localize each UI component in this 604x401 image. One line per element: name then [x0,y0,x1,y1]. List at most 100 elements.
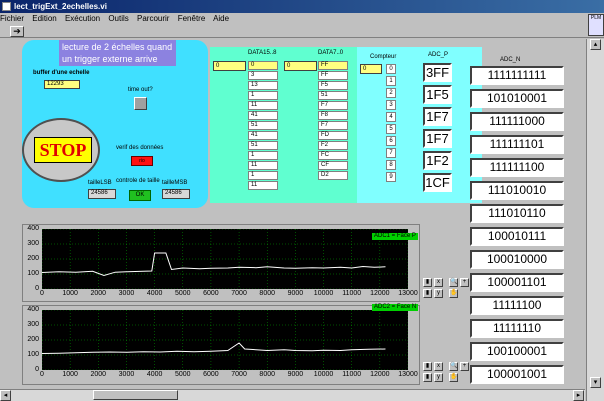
chart2-plot [42,310,408,370]
adcn-element: 11111100 [470,296,564,315]
x-tick-label: 9000 [287,290,304,297]
scroll-down-icon[interactable]: ▾ [590,377,601,388]
adcn-array: 1111111111 101010001 111111000 111111101 111… [470,66,564,388]
x-tick-label: 4000 [146,371,163,378]
taille-lsb-value: 24586 [88,189,116,199]
scroll-up-icon[interactable]: ▴ [590,39,601,50]
chart1-plot [42,229,408,289]
format-x-icon[interactable]: x [434,278,443,287]
data7-index[interactable]: 0 [284,61,317,71]
data7-element: FF [318,61,348,70]
adcn-element: 111111100 [470,158,564,177]
data7-element: F8 [318,111,348,120]
data15-element: 0 [248,61,278,70]
headline-label: lecture de 2 échelles quand un trigger e… [59,40,176,66]
crosshair-icon[interactable]: + [460,278,469,287]
x-tick-label: 10000 [313,290,334,297]
scale-x-icon[interactable]: ▮ [423,362,432,371]
menu-fenetre[interactable]: Fenêtre [178,14,206,23]
hand-icon[interactable]: ✋ [449,373,458,382]
series-line [42,252,386,277]
scroll-left-icon[interactable]: ◂ [0,390,11,401]
data15-element: 13 [248,81,278,90]
data15-element: 11 [248,181,278,190]
adcn-element: 100010111 [470,227,564,246]
stop-button[interactable]: STOP [34,137,92,163]
scale-x-icon[interactable]: ▮ [423,278,432,287]
buffer-input[interactable]: 12293 [44,80,80,89]
timeout-indicator [134,97,147,110]
adcp-element: 1CF [423,173,452,192]
compteur-element: 2 [386,88,396,98]
chart1-legend: ADC1 = Face P [372,233,418,240]
x-tick-label: 6000 [203,371,219,378]
x-tick-label: 11000 [342,371,362,378]
x-tick-label: 2000 [90,371,107,378]
data7-element: F5 [318,81,348,90]
adcn-element: 111111000 [470,112,564,131]
run-arrow-icon[interactable]: ➔ [10,26,24,37]
x-tick-label: 5000 [174,371,191,378]
x-tick-label: 13000 [398,371,418,378]
data7-element: FF [318,71,348,80]
compteur-label: Compteur [370,54,397,60]
vi-icon [2,2,11,11]
ok-led: OK [129,190,151,201]
zoom-icon[interactable]: 🔍 [449,362,458,371]
y-tick-label: 400 [27,225,39,232]
x-tick-label: 0 [40,290,44,297]
y-tick-label: 400 [27,306,39,313]
x-tick-label: 9000 [287,371,304,378]
data15-element: 1 [248,171,278,180]
crosshair-icon[interactable]: + [460,362,469,371]
adcn-element: 100001001 [470,365,564,384]
compteur-element: 3 [386,100,396,110]
menu-outils[interactable]: Outils [108,14,128,23]
adcp-element: 3FF [423,63,452,82]
x-tick-label: 5000 [174,290,191,297]
adcp-label: ADC_P [428,52,449,58]
compteur-index[interactable]: 0 [360,64,382,74]
horizontal-scrollbar[interactable]: ◂ ▸ [0,389,585,401]
adcp-array: 3FF 1F5 1F7 1F7 1F2 1CF [423,63,452,195]
adcn-element: 100010000 [470,250,564,269]
adcn-element: 100100001 [470,342,564,361]
data7-element: F7 [318,121,348,130]
menu-edition[interactable]: Edition [32,14,56,23]
zoom-icon[interactable]: 🔍 [449,278,458,287]
format-y-icon[interactable]: y [434,373,443,382]
compteur-element: 5 [386,124,396,134]
adcp-element: 1F7 [423,129,452,148]
taille-ctrl-label: controle de taille [116,178,160,184]
y-tick-label: 300 [27,321,39,328]
menu-fichier[interactable]: Fichier [0,14,24,23]
menu-execution[interactable]: Exécution [65,14,100,23]
adcn-label: ADC_N [500,57,521,63]
scale-y-icon[interactable]: ▮ [423,373,432,382]
data15-element: 1 [248,151,278,160]
adcn-element: 111010110 [470,204,564,223]
data15-label: DATA15..8 [248,50,277,56]
verif-led: rio [131,156,153,166]
x-tick-label: 1000 [62,371,78,378]
chart2-legend: ADC2 = Face N [372,304,419,311]
series-line [42,342,386,354]
scroll-right-icon[interactable]: ▸ [573,390,584,401]
vertical-scrollbar[interactable]: ▴ ▾ [586,39,604,401]
data7-element: F2 [318,141,348,150]
x-tick-label: 4000 [146,290,163,297]
x-tick-label: 7000 [231,371,247,378]
data15-element: 1 [248,91,278,100]
format-y-icon[interactable]: y [434,289,443,298]
data15-index[interactable]: 0 [213,61,246,71]
taille-msb-label: tailleMSB [162,180,188,186]
horizontal-scroll-thumb[interactable] [93,390,178,400]
menu-parcourir[interactable]: Parcourir [137,14,169,23]
scale-y-icon[interactable]: ▮ [423,289,432,298]
window-title: lect_trigExt_2echelles.vi [14,2,107,11]
menu-aide[interactable]: Aide [213,14,229,23]
hand-icon[interactable]: ✋ [449,289,458,298]
adcn-element: 101010001 [470,89,564,108]
format-x-icon[interactable]: x [434,362,443,371]
y-tick-label: 300 [27,240,39,247]
